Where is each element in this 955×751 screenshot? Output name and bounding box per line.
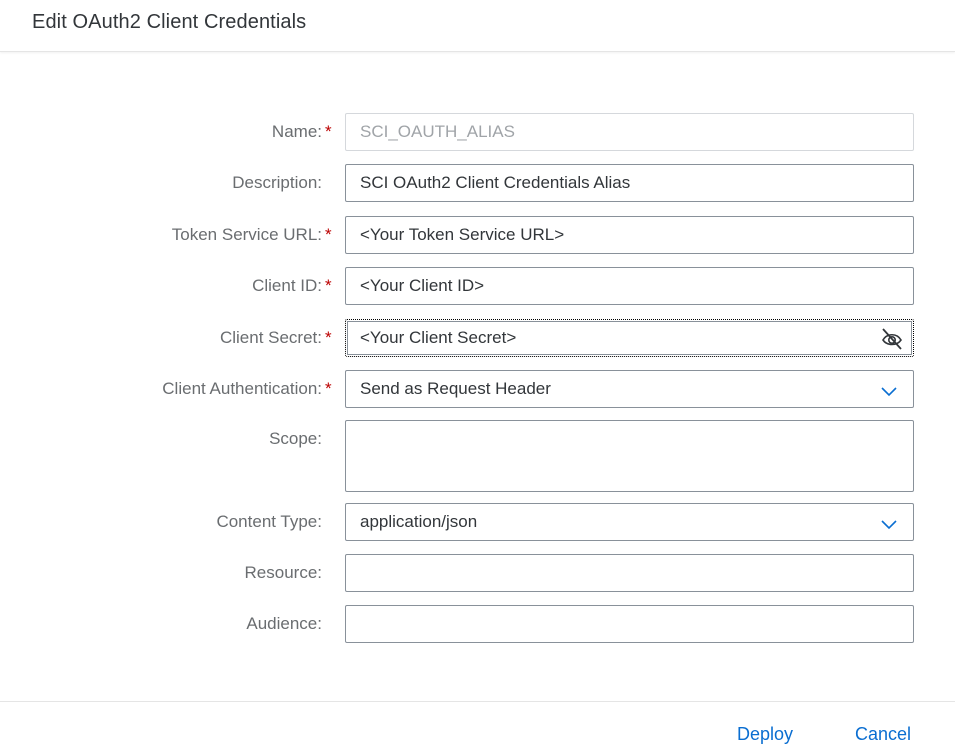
client-id-field[interactable]: <Your Client ID> (345, 267, 914, 305)
client-secret-label: Client Secret: (219, 328, 322, 347)
chevron-down-icon[interactable] (881, 384, 897, 397)
content-type-select[interactable]: application/json (345, 503, 914, 541)
client-authentication-required-marker: * (325, 379, 332, 398)
audience-label-wrap: Audience: (246, 605, 333, 643)
client-secret-label-wrap: Client Secret: * (220, 319, 333, 357)
client-secret-field[interactable]: <Your Client Secret> (345, 319, 914, 357)
name-required-marker: * (325, 122, 332, 141)
resource-field[interactable] (345, 554, 914, 592)
name-label: Name: (271, 122, 322, 141)
eye-slash-icon[interactable] (879, 327, 905, 351)
token-service-url-label: Token Service URL: (171, 225, 322, 244)
token-service-url-field[interactable]: <Your Token Service URL> (345, 216, 914, 254)
dialog-footer: Deploy Cancel (0, 701, 955, 751)
content-type-label: Content Type: (216, 512, 322, 531)
oauth2-dialog: Edit OAuth2 Client Credentials Name: * SC… (0, 0, 955, 751)
name-field[interactable]: SCI_OAUTH_ALIAS (345, 113, 914, 151)
token-service-url-value: <Your Token Service URL> (360, 225, 565, 244)
client-authentication-label: Client Authentication: (162, 379, 322, 398)
client-secret-required-marker: * (325, 328, 332, 347)
content-type-value: application/json (360, 512, 478, 531)
deploy-button[interactable]: Deploy (737, 724, 793, 745)
content-type-label-wrap: Content Type: (216, 503, 333, 541)
client-authentication-select[interactable]: Send as Request Header (345, 370, 914, 408)
dialog-title: Edit OAuth2 Client Credentials (32, 11, 307, 33)
scope-label-wrap: Scope: (269, 420, 333, 458)
client-id-value: <Your Client ID> (360, 276, 485, 295)
audience-field[interactable] (345, 605, 914, 643)
client-id-label: Client ID: (252, 276, 322, 295)
scope-textarea[interactable] (345, 420, 914, 492)
client-id-required-marker: * (325, 276, 332, 295)
token-service-url-label-wrap: Token Service URL: * (172, 216, 333, 254)
resource-label: Resource: (244, 563, 322, 582)
chevron-down-icon[interactable] (881, 517, 897, 530)
description-field[interactable]: SCI OAuth2 Client Credentials Alias (345, 164, 914, 202)
name-label-wrap: Name: * (272, 113, 333, 151)
client-id-label-wrap: Client ID: * (252, 267, 333, 305)
name-value: SCI_OAUTH_ALIAS (360, 122, 515, 141)
client-authentication-label-wrap: Client Authentication: * (162, 370, 333, 408)
resource-label-wrap: Resource: (245, 554, 333, 592)
token-service-url-required-marker: * (325, 225, 332, 244)
cancel-button[interactable]: Cancel (855, 724, 911, 745)
dialog-header: Edit OAuth2 Client Credentials (0, 0, 955, 52)
scope-label: Scope: (269, 429, 322, 448)
client-secret-value: <Your Client Secret> (360, 328, 517, 347)
client-authentication-value: Send as Request Header (360, 379, 551, 398)
description-value: SCI OAuth2 Client Credentials Alias (360, 173, 631, 192)
description-label: Description: (232, 173, 322, 192)
description-label-wrap: Description: (232, 164, 333, 202)
audience-label: Audience: (246, 614, 322, 633)
